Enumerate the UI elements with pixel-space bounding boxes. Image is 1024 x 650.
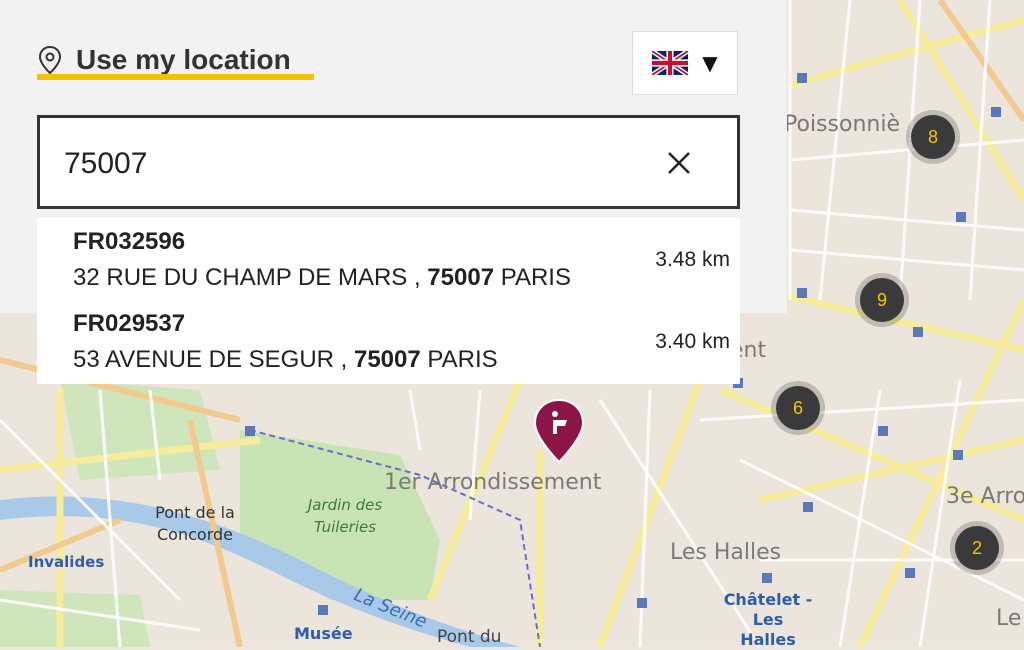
result-code: FR032596 <box>73 228 186 255</box>
cluster-count: 2 <box>955 526 999 570</box>
map-label-jardin: Jardin des Tuileries <box>307 496 383 536</box>
map-label-pont-concorde: Pont de la Concorde <box>155 503 235 544</box>
map-label-invalides: Invalides <box>28 553 105 571</box>
result-code: FR029537 <box>73 310 186 337</box>
map-label-arrondissement: 1er Arrondissement <box>384 470 602 495</box>
location-underline <box>37 74 314 80</box>
result-distance: 3.48 km <box>655 248 730 271</box>
result-item[interactable]: FR029537 53 AVENUE DE SEGUR , 75007 PARI… <box>37 300 740 382</box>
search-input[interactable] <box>62 142 626 186</box>
map-label-les-halles: Les Halles <box>670 540 782 565</box>
search-box <box>37 115 740 209</box>
map-cluster[interactable]: 9 <box>855 273 909 327</box>
close-icon[interactable] <box>664 148 694 178</box>
use-my-location-link[interactable]: Use my location <box>38 44 291 76</box>
map-label-pont-du: Pont du <box>437 627 502 647</box>
result-address: 53 AVENUE DE SEGUR , 75007 PARIS <box>73 346 498 373</box>
map-label-chatelet: Châtelet - Les Halles <box>723 590 813 649</box>
language-selector[interactable]: ▼ <box>632 31 738 95</box>
chevron-down-icon: ▼ <box>702 51 718 75</box>
store-pin-icon[interactable] <box>533 398 585 464</box>
map-label-le: Le <box>996 606 1022 631</box>
cluster-count: 9 <box>860 278 904 322</box>
use-my-location-label: Use my location <box>76 44 291 75</box>
cluster-count: 8 <box>911 115 955 159</box>
result-item[interactable]: FR032596 32 RUE DU CHAMP DE MARS , 75007… <box>37 218 740 300</box>
map-label-poissonniere: Poissonniè <box>784 112 900 137</box>
cluster-count: 6 <box>776 386 820 430</box>
result-distance: 3.40 km <box>655 330 730 353</box>
map-label-musee: Musée <box>294 624 353 643</box>
result-address: 32 RUE DU CHAMP DE MARS , 75007 PARIS <box>73 264 571 291</box>
map-cluster[interactable]: 8 <box>906 110 960 164</box>
map-cluster[interactable]: 2 <box>950 521 1004 575</box>
map-cluster[interactable]: 6 <box>771 381 825 435</box>
map-label-3e: 3e Arro <box>946 484 1024 509</box>
search-results: FR032596 32 RUE DU CHAMP DE MARS , 75007… <box>37 218 740 384</box>
map-pin-icon <box>38 45 62 75</box>
uk-flag-icon <box>652 51 689 75</box>
